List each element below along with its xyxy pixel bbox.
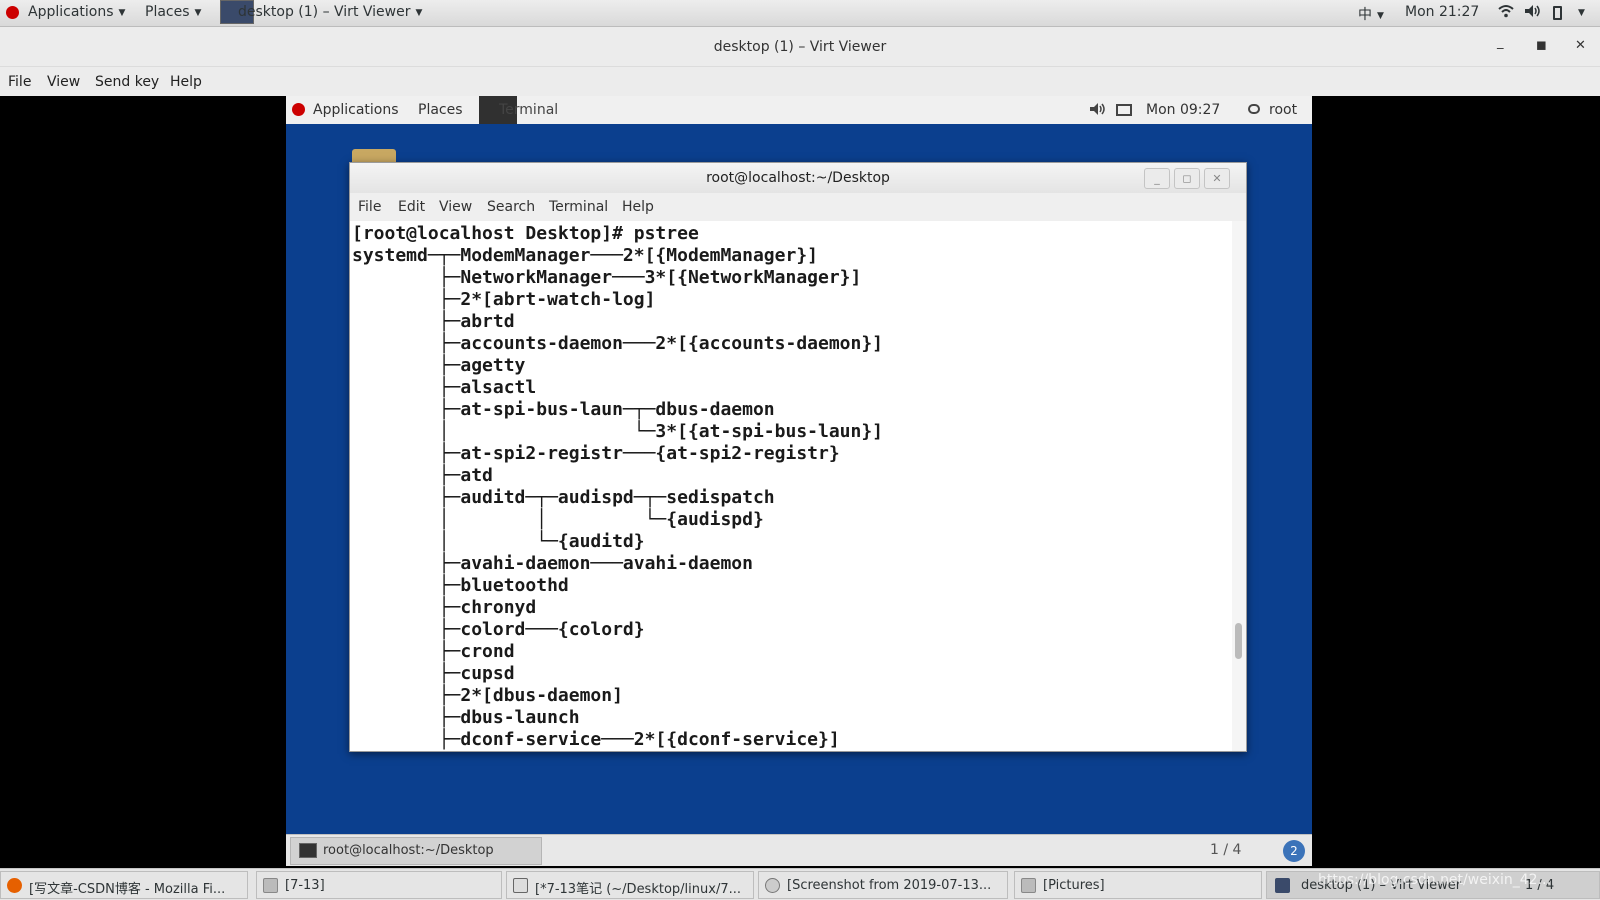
terminal-menubar: File Edit View Search Terminal Help: [350, 193, 1246, 221]
folder-icon: [1021, 878, 1036, 893]
host-places-menu[interactable]: Places ▼: [145, 4, 201, 20]
terminal-menu-terminal[interactable]: Terminal: [549, 199, 608, 215]
viewer-menu-send-key[interactable]: Send key: [95, 74, 159, 90]
network-wired-icon[interactable]: [1116, 104, 1132, 116]
user-icon: [1248, 104, 1260, 114]
taskbar-item-screenshot[interactable]: [Screenshot from 2019-07-13...: [758, 871, 1008, 899]
terminal-menu-help[interactable]: Help: [622, 199, 654, 215]
host-applications-menu[interactable]: Applications ▼: [28, 4, 125, 20]
watermark: https://blog.csdn.net/weixin_42...: [1318, 872, 1551, 888]
terminal-title: root@localhost:~/Desktop: [350, 163, 1246, 193]
guest-taskbar-terminal-button[interactable]: root@localhost:~/Desktop: [290, 837, 542, 865]
battery-icon[interactable]: [1553, 6, 1562, 20]
viewer-menu-file[interactable]: File: [8, 74, 31, 90]
host-active-window-menu[interactable]: desktop (1) – Virt Viewer ▼: [238, 4, 422, 20]
redhat-logo-icon: [6, 6, 19, 19]
terminal-minimize-icon[interactable]: _: [1144, 168, 1170, 189]
taskbar-item-gedit-notes[interactable]: [*7-13笔记 (~/Desktop/linux/7...: [506, 871, 754, 899]
viewer-menubar: File View Send key Help: [0, 67, 1600, 96]
terminal-menu-search[interactable]: Search: [487, 199, 535, 215]
viewer-window-title: desktop (1) – Virt Viewer: [713, 39, 887, 55]
firefox-icon: [7, 878, 22, 893]
text-editor-icon: [513, 878, 528, 893]
close-icon[interactable]: ✕: [1575, 38, 1586, 53]
host-clock[interactable]: Mon 21:27: [1405, 4, 1479, 20]
guest-places-menu[interactable]: Places: [418, 102, 463, 118]
viewer-titlebar: desktop (1) – Virt Viewer _ ◼ ✕: [0, 27, 1600, 67]
redhat-logo-icon: [292, 103, 305, 116]
chevron-down-icon: ▼: [1377, 11, 1384, 21]
terminal-scrollbar-thumb[interactable]: [1235, 623, 1242, 659]
guest-terminal-menu[interactable]: Terminal: [499, 102, 558, 118]
terminal-close-icon[interactable]: ✕: [1204, 168, 1230, 189]
guest-workspace-pager[interactable]: 1 / 4: [1210, 842, 1241, 858]
minimize-icon[interactable]: _: [1497, 35, 1504, 50]
volume-icon[interactable]: [1524, 4, 1540, 22]
guest-taskbar: root@localhost:~/Desktop 1 / 4 2: [286, 834, 1312, 866]
virt-viewer-icon: [1275, 878, 1290, 893]
input-method-indicator[interactable]: 中 ▼: [1358, 4, 1384, 24]
image-viewer-icon: [765, 878, 780, 893]
terminal-window[interactable]: root@localhost:~/Desktop _ ◻ ✕ File Edit…: [349, 162, 1247, 752]
viewer-menu-view[interactable]: View: [47, 74, 80, 90]
speaker-icon[interactable]: [1089, 102, 1105, 120]
terminal-output: [root@localhost Desktop]# pstree systemd…: [352, 223, 884, 750]
taskbar-item-7-13[interactable]: [7-13]: [256, 871, 502, 899]
chevron-down-icon: ▼: [194, 8, 202, 18]
taskbar-item-pictures[interactable]: [Pictures]: [1014, 871, 1262, 899]
taskbar-item-firefox[interactable]: [写文章-CSDN博客 - Mozilla Fi...: [0, 871, 248, 899]
host-top-bar: Applications ▼ Places ▼ desktop (1) – Virt…: [0, 0, 1600, 27]
terminal-scrollbar[interactable]: [1232, 221, 1246, 751]
guest-clock[interactable]: Mon 09:27: [1146, 102, 1220, 118]
desktop-folder-icon[interactable]: [352, 149, 396, 163]
guest-top-bar: Applications Places Terminal Mon 09:27 r…: [286, 96, 1312, 124]
chevron-down-icon: ▼: [118, 8, 126, 18]
guest-user-menu[interactable]: root: [1269, 102, 1297, 118]
terminal-output-area[interactable]: [root@localhost Desktop]# pstree systemd…: [350, 221, 1230, 751]
system-menu-chevron-icon[interactable]: ▼: [1578, 4, 1585, 20]
terminal-menu-view[interactable]: View: [439, 199, 472, 215]
maximize-icon[interactable]: ◼: [1536, 38, 1547, 53]
viewer-menu-help[interactable]: Help: [170, 74, 202, 90]
guest-applications-menu[interactable]: Applications: [313, 102, 399, 118]
wifi-icon[interactable]: [1498, 4, 1514, 22]
guest-display[interactable]: Applications Places Terminal Mon 09:27 r…: [286, 96, 1312, 866]
workspace-badge[interactable]: 2: [1283, 840, 1305, 862]
chevron-down-icon: ▼: [415, 8, 423, 18]
terminal-menu-file[interactable]: File: [358, 199, 381, 215]
terminal-icon: [299, 843, 317, 858]
document-icon: [263, 878, 278, 893]
terminal-menu-edit[interactable]: Edit: [398, 199, 425, 215]
terminal-maximize-icon[interactable]: ◻: [1174, 168, 1200, 189]
